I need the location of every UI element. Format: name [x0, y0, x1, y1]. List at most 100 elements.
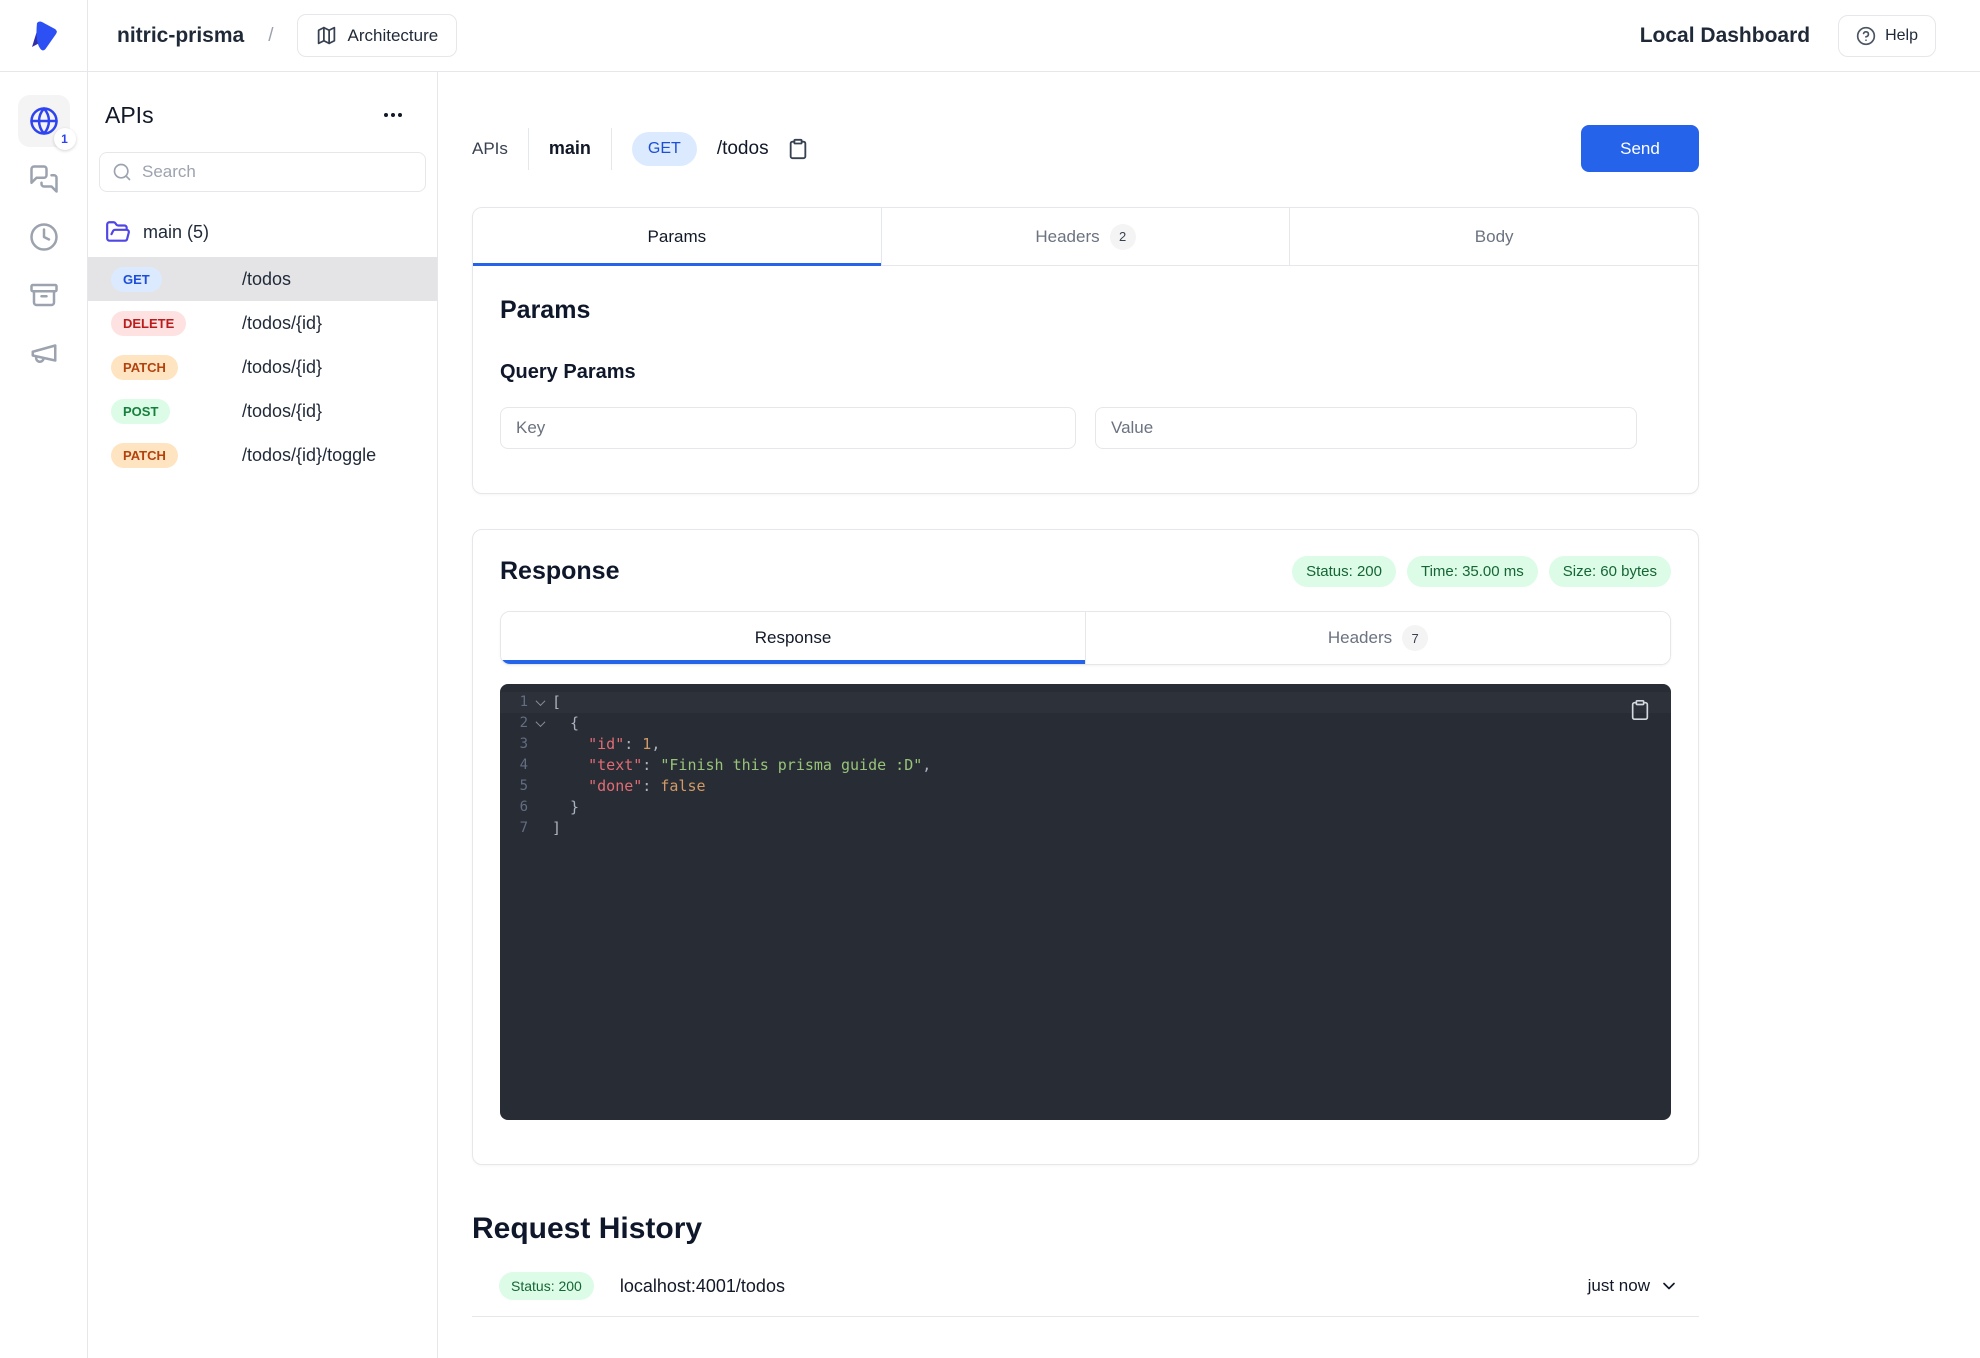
endpoint-list: GET/todosDELETE/todos/{id}PATCH/todos/{i…: [88, 257, 437, 477]
response-title: Response: [500, 557, 619, 586]
rail-item-storage[interactable]: [18, 269, 70, 321]
history-url: localhost:4001/todos: [620, 1276, 785, 1297]
fold-chevron-icon[interactable]: [535, 717, 545, 727]
search-box: [99, 152, 426, 192]
breadcrumb-api-name: main: [549, 138, 591, 159]
code-text: "text": "Finish this prisma guide :D",: [552, 755, 931, 776]
size-badge: Size: 60 bytes: [1549, 556, 1671, 587]
endpoint-path: /todos/{id}/toggle: [242, 445, 376, 466]
history-time: just now: [1588, 1276, 1650, 1296]
endpoint-item[interactable]: POST/todos/{id}: [88, 389, 437, 433]
code-text: ]: [552, 818, 561, 839]
tab-response[interactable]: Response: [501, 612, 1086, 664]
rail-item-apis[interactable]: 1: [18, 95, 70, 147]
history-row[interactable]: Status: 200 localhost:4001/todos just now: [472, 1272, 1699, 1317]
code-line: 5"done": false: [500, 776, 1671, 797]
sidebar-title: APIs: [105, 102, 154, 129]
code-line: 3 "id": 1,: [500, 734, 1671, 755]
copy-response-button[interactable]: [1627, 697, 1653, 723]
breadcrumb-separator: /: [268, 25, 273, 47]
copy-path-button[interactable]: [785, 136, 811, 162]
architecture-button[interactable]: Architecture: [297, 14, 457, 57]
chevron-down-icon: [1659, 1276, 1679, 1296]
code-line: 1[: [500, 692, 1671, 713]
request-tabs: Params Headers2 Body: [473, 208, 1698, 266]
fold-chevron-icon[interactable]: [535, 696, 545, 706]
app-header: nitric-prisma / Architecture Local Dashb…: [0, 0, 1980, 72]
sidebar-menu-button[interactable]: [377, 99, 409, 131]
response-card: Response Status: 200 Time: 35.00 ms Size…: [472, 529, 1699, 1165]
rail-item-schedules[interactable]: [18, 211, 70, 263]
tab-label: Headers: [1035, 227, 1099, 247]
dashboard-title: Local Dashboard: [1640, 24, 1810, 48]
breadcrumb-apis: APIs: [472, 139, 508, 159]
search-icon: [112, 162, 132, 182]
tab-label: Body: [1475, 227, 1514, 247]
method-badge: GET: [632, 132, 697, 166]
breadcrumb-divider: [528, 128, 529, 170]
line-number: 3: [500, 734, 528, 755]
endpoint-item[interactable]: GET/todos: [88, 257, 437, 301]
method-badge: DELETE: [111, 311, 186, 336]
map-icon: [316, 25, 337, 46]
clock-icon: [29, 222, 59, 252]
method-badge: GET: [111, 267, 162, 292]
chat-bubbles-icon: [29, 164, 59, 194]
breadcrumb-divider: [611, 128, 612, 170]
endpoint-item[interactable]: PATCH/todos/{id}/toggle: [88, 433, 437, 477]
history-list: Status: 200 localhost:4001/todos just now: [472, 1272, 1699, 1317]
code-line: 4"text": "Finish this prisma guide :D",: [500, 755, 1671, 776]
nitric-logo: [24, 16, 64, 56]
search-input[interactable]: [142, 162, 413, 182]
query-value-input[interactable]: [1095, 407, 1637, 449]
megaphone-icon: [29, 338, 59, 368]
code-text: "done": false: [552, 776, 706, 797]
logo-area[interactable]: [0, 0, 88, 71]
response-body-viewer: 1[2{3"id": 1,4"text": "Finish this prism…: [500, 684, 1671, 1120]
project-name: nitric-prisma: [117, 24, 244, 48]
code-line: 7]: [500, 818, 1671, 839]
api-group-label: main (5): [143, 222, 209, 243]
icon-rail: 1: [0, 72, 88, 1358]
endpoint-path: /todos/{id}: [242, 313, 322, 334]
params-title: Params: [500, 296, 1673, 325]
api-group-main[interactable]: main (5): [105, 219, 437, 245]
rail-item-topics[interactable]: [18, 327, 70, 379]
help-label: Help: [1885, 27, 1918, 45]
ellipsis-icon: [381, 103, 405, 127]
help-button[interactable]: Help: [1838, 15, 1936, 57]
endpoint-item[interactable]: PATCH/todos/{id}: [88, 345, 437, 389]
tab-label: Params: [648, 227, 707, 247]
method-badge: PATCH: [111, 355, 178, 380]
method-badge: PATCH: [111, 443, 178, 468]
response-meta: Status: 200 Time: 35.00 ms Size: 60 byte…: [1292, 556, 1671, 587]
query-key-input[interactable]: [500, 407, 1076, 449]
tab-headers[interactable]: Headers7: [1086, 612, 1670, 664]
status-badge: Status: 200: [1292, 556, 1396, 587]
architecture-label: Architecture: [347, 26, 438, 46]
rail-item-websockets[interactable]: [18, 153, 70, 205]
request-card: ParamsHeaders2Body Params Query Params: [472, 207, 1699, 494]
code-text: "id": 1,: [552, 734, 660, 755]
line-number: 2: [500, 713, 528, 734]
history-expand-toggle[interactable]: just now: [1588, 1276, 1679, 1296]
apis-sidebar: APIs main (5) GET/todosDELETE/todos/{id}…: [88, 72, 438, 1358]
endpoint-item[interactable]: DELETE/todos/{id}: [88, 301, 437, 345]
code-line: 6}: [500, 797, 1671, 818]
request-breadcrumb: APIs main GET /todos: [472, 128, 811, 170]
history-status-badge: Status: 200: [499, 1272, 594, 1300]
send-button[interactable]: Send: [1581, 125, 1699, 172]
tab-body[interactable]: Body: [1290, 208, 1698, 265]
endpoint-path: /todos/{id}: [242, 401, 322, 422]
help-circle-icon: [1856, 26, 1876, 46]
clipboard-icon: [1629, 699, 1651, 721]
tab-headers[interactable]: Headers2: [882, 208, 1291, 265]
line-number: 1: [500, 692, 528, 713]
method-badge: POST: [111, 399, 170, 424]
tab-label: Headers: [1328, 628, 1392, 648]
tab-label: Response: [755, 628, 832, 648]
time-badge: Time: 35.00 ms: [1407, 556, 1538, 587]
tab-params[interactable]: Params: [473, 208, 882, 265]
code-text: }: [552, 797, 579, 818]
history-title: Request History: [472, 1212, 1699, 1246]
